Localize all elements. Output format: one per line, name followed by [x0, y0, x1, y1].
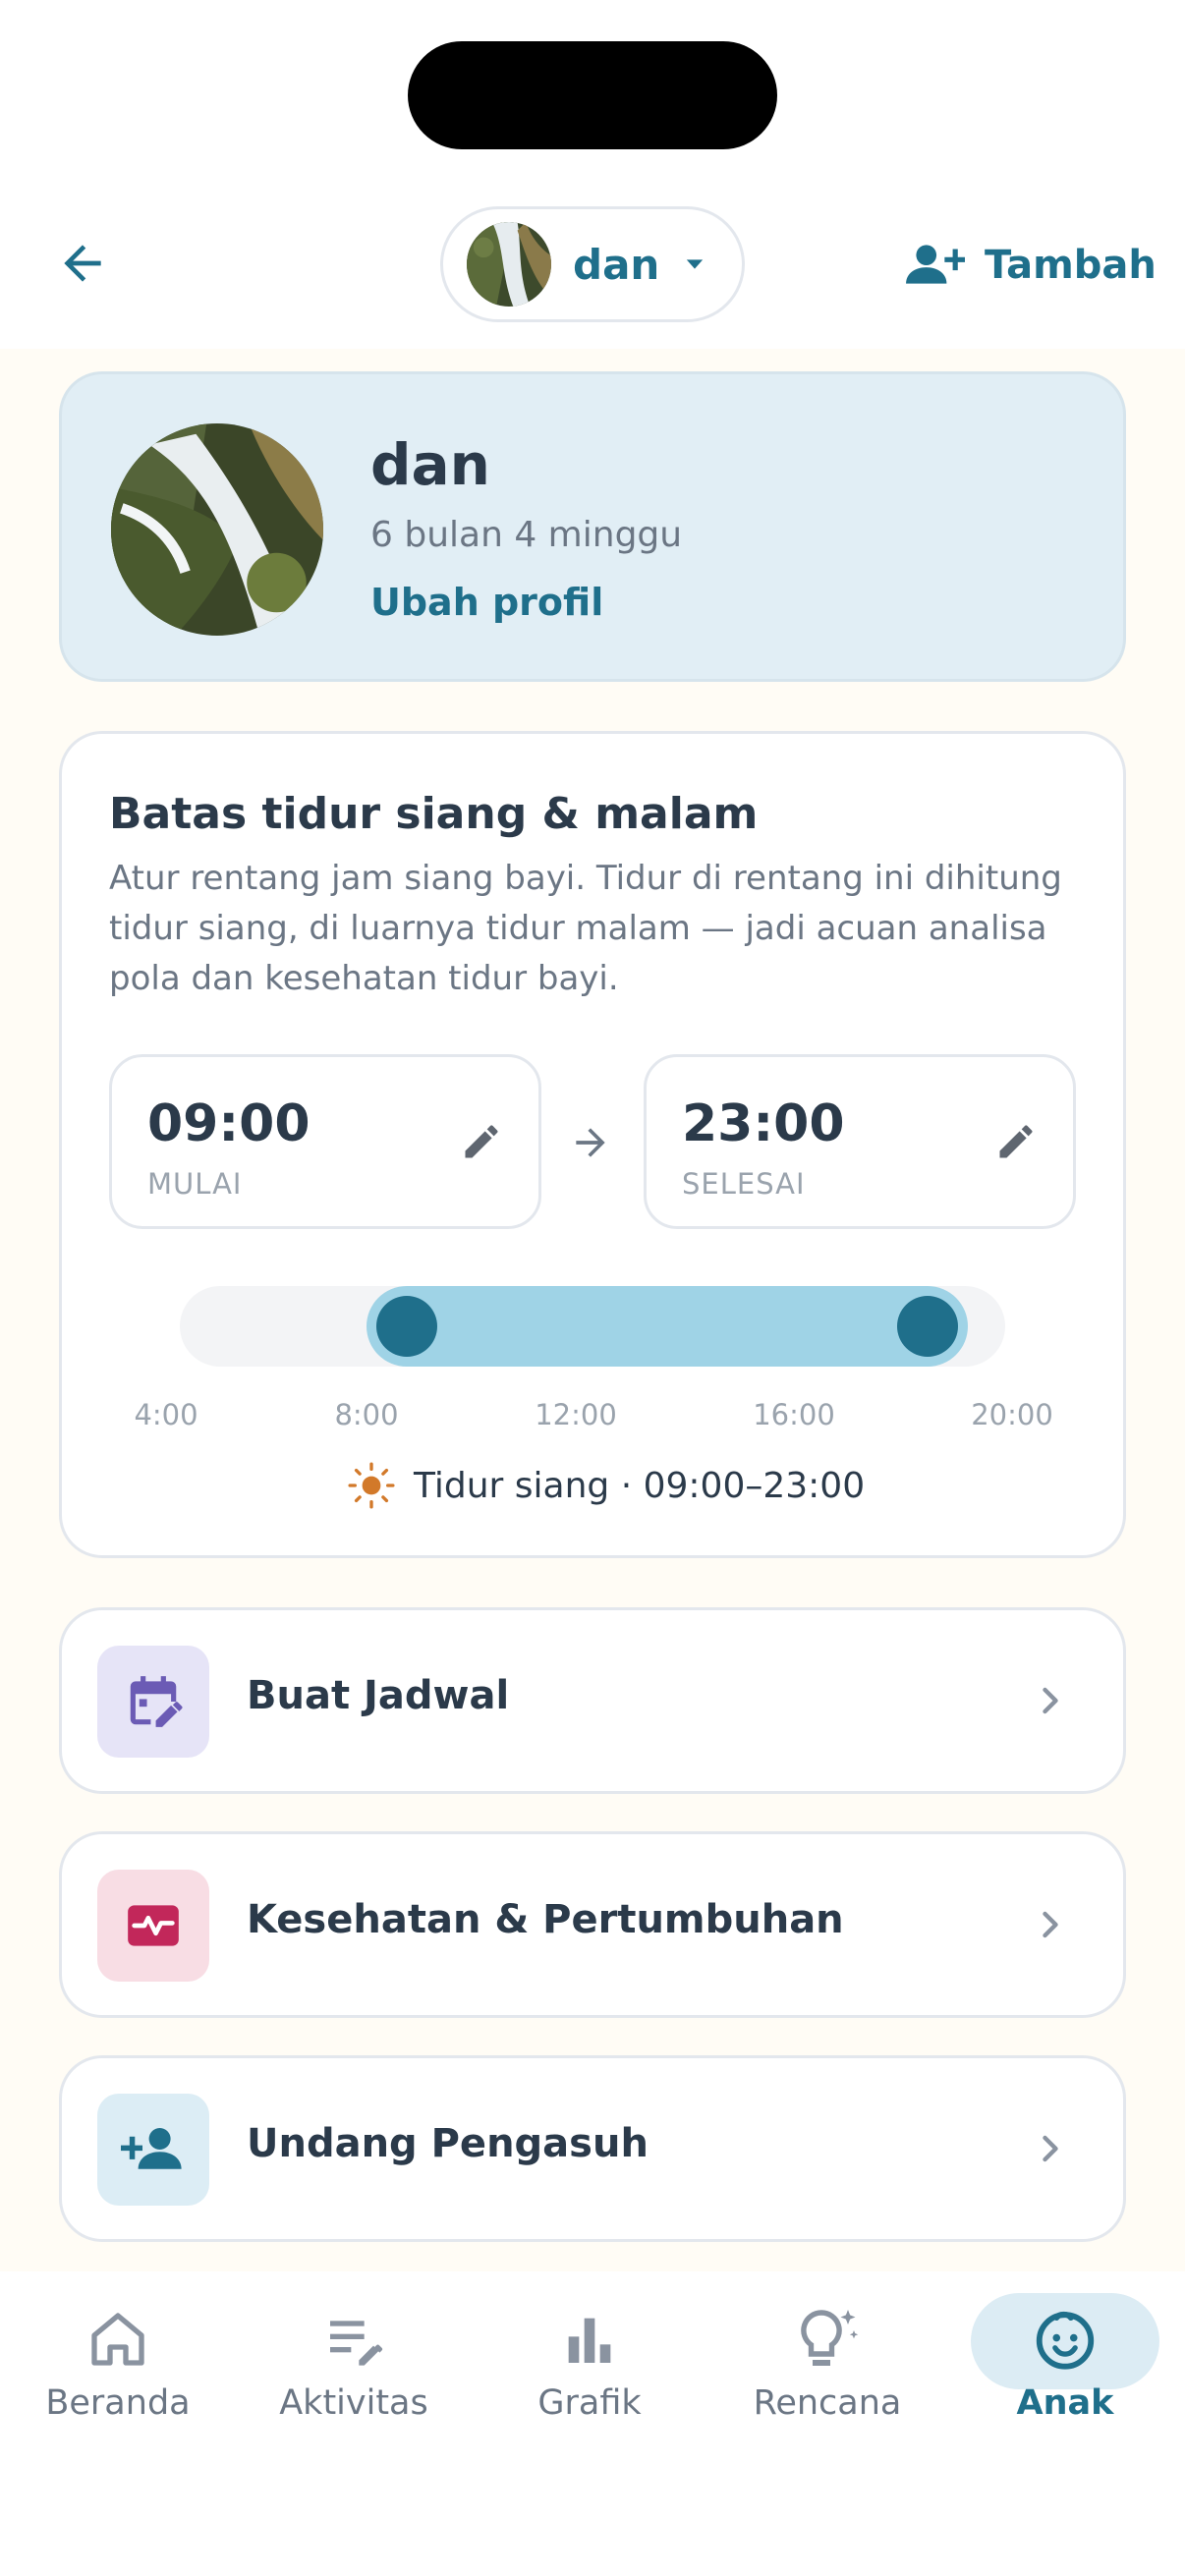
- baby-face-icon: [1036, 2311, 1095, 2370]
- profile-avatar: [111, 423, 323, 636]
- menu-health-growth[interactable]: Kesehatan & Pertumbuhan: [59, 1831, 1126, 2018]
- child-avatar: [467, 222, 551, 307]
- pencil-icon: [999, 1125, 1033, 1158]
- chevron-right-icon: [1043, 1911, 1058, 1938]
- start-time-label: MULAI: [147, 1167, 243, 1201]
- sun-icon: [348, 1462, 395, 1509]
- day-sleep-summary-text: Tidur siang · 09:00–23:00: [414, 1465, 866, 1506]
- nav-item-aktivitas[interactable]: Aktivitas: [255, 2295, 452, 2442]
- menu-label: Kesehatan & Pertumbuhan: [247, 1897, 844, 1942]
- nav-item-grafik[interactable]: Grafik: [491, 2295, 688, 2442]
- nav-item-beranda[interactable]: Beranda: [20, 2295, 216, 2442]
- end-time-label: SELESAI: [682, 1167, 806, 1201]
- edit-profile-link[interactable]: Ubah profil: [370, 581, 603, 624]
- activity-list-icon: [330, 2321, 383, 2366]
- nav-label: Rencana: [753, 2383, 902, 2423]
- day-sleep-summary: Tidur siang · 09:00–23:00: [347, 1461, 865, 1510]
- chevron-right-icon: [1043, 1687, 1058, 1714]
- profile-name: dan: [370, 431, 490, 498]
- start-thumb[interactable]: [375, 1296, 437, 1357]
- tick-label: 12:00: [535, 1398, 617, 1431]
- person-add-icon: [906, 245, 965, 284]
- start-time-value: 09:00: [147, 1094, 310, 1153]
- arrow-left-icon: [64, 245, 101, 282]
- nav-item-rencana[interactable]: Rencana: [729, 2295, 926, 2442]
- day-range-fill: [366, 1286, 969, 1367]
- tick-label: 16:00: [753, 1398, 835, 1431]
- lightbulb-icon: [801, 2310, 859, 2366]
- chevron-right-icon: [1043, 2135, 1058, 2162]
- nav-item-anak[interactable]: Anak: [967, 2295, 1163, 2442]
- nav-label: Aktivitas: [279, 2383, 428, 2423]
- tick-label: 4:00: [134, 1398, 198, 1431]
- child-name: dan: [573, 240, 660, 289]
- nav-label: Grafik: [537, 2383, 642, 2423]
- menu-label: Buat Jadwal: [247, 1673, 510, 1718]
- top-bar: dan Tambah: [0, 0, 1185, 349]
- add-child-label: Tambah: [985, 243, 1157, 288]
- sleep-boundary-title: Batas tidur siang & malam: [109, 789, 759, 839]
- menu-icon-bg: [97, 2094, 209, 2206]
- nav-label: Anak: [1016, 2383, 1114, 2423]
- menu-icon-bg: [97, 1646, 209, 1758]
- menu-create-schedule[interactable]: Buat Jadwal: [59, 1607, 1126, 1794]
- arrow-right-icon: [576, 1128, 605, 1157]
- calendar-edit-icon: [130, 1676, 183, 1727]
- tick-label: 8:00: [334, 1398, 399, 1431]
- end-time-box[interactable]: 23:00 SELESAI: [644, 1054, 1076, 1229]
- home-icon: [91, 2313, 144, 2366]
- caret-down-icon: [687, 259, 704, 269]
- child-switcher[interactable]: dan: [440, 206, 745, 322]
- start-time-box[interactable]: 09:00 MULAI: [109, 1054, 541, 1229]
- back-button[interactable]: [47, 228, 118, 299]
- profile-age: 6 bulan 4 minggu: [370, 515, 683, 555]
- day-range-slider[interactable]: [180, 1286, 1005, 1367]
- pencil-icon: [465, 1125, 498, 1158]
- profile-card: dan 6 bulan 4 minggu Ubah profil: [59, 371, 1126, 682]
- menu-label: Undang Pengasuh: [247, 2121, 649, 2166]
- menu-invite-caregiver[interactable]: Undang Pengasuh: [59, 2055, 1126, 2242]
- child-settings-screen: dan Tambah dan 6 bulan 4 minggu Ubah pro…: [0, 0, 1185, 2576]
- person-add-icon: [121, 2128, 182, 2169]
- add-child-button[interactable]: Tambah: [904, 228, 1157, 303]
- end-thumb[interactable]: [897, 1296, 959, 1357]
- menu-icon-bg: [97, 1870, 209, 1982]
- nav-label: Beranda: [45, 2383, 191, 2423]
- sleep-boundary-description: Atur rentang jam siang bayi. Tidur di re…: [109, 859, 1062, 998]
- tick-label: 20:00: [971, 1398, 1053, 1431]
- health-pulse-icon: [128, 1905, 179, 1946]
- sleep-boundary-card: Batas tidur siang & malam Atur rentang j…: [59, 731, 1126, 1558]
- camera-notch: [408, 41, 777, 149]
- bar-chart-icon: [568, 2318, 611, 2363]
- end-time-value: 23:00: [682, 1094, 845, 1153]
